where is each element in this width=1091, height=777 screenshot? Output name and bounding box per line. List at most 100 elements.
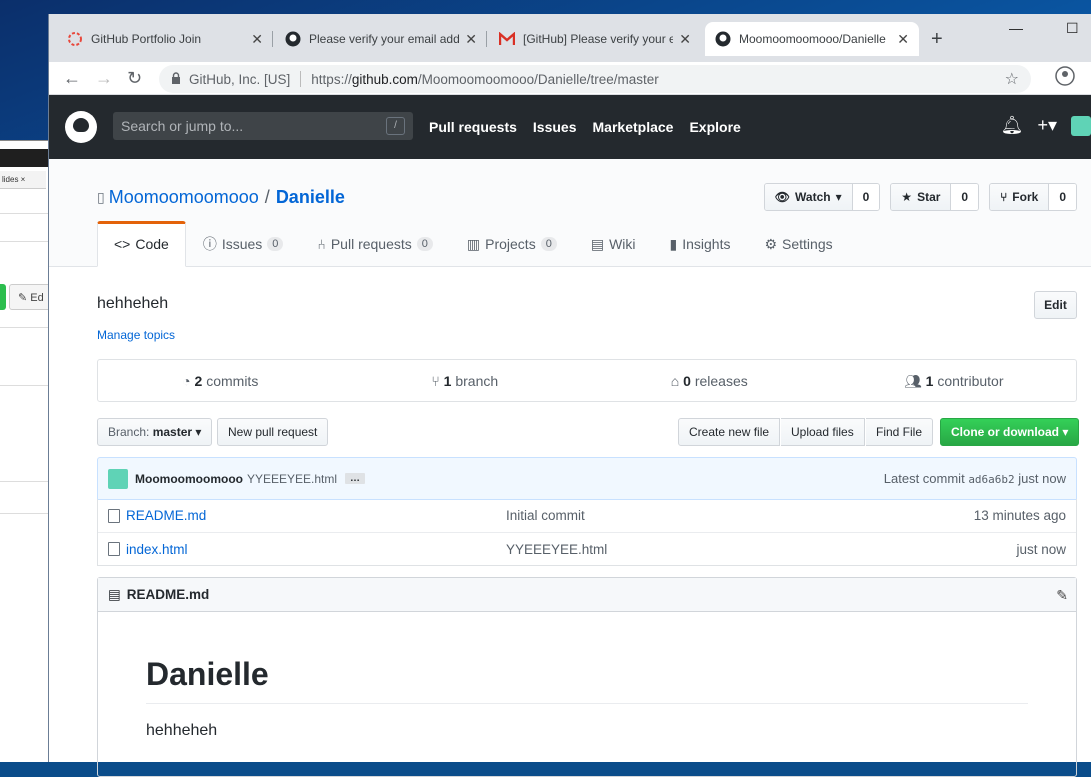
nav-explore[interactable]: Explore: [689, 119, 740, 135]
issues-counter: 0: [267, 237, 284, 251]
latest-commit-bar: Moomoomoomooo YYEEEYEE.html … Latest com…: [97, 457, 1077, 500]
new-pull-request-button[interactable]: New pull request: [217, 418, 329, 446]
background-edit-label: Ed: [30, 292, 44, 304]
tab-settings[interactable]: ⚙ Settings: [747, 221, 849, 267]
star-button[interactable]: ★ Star 0: [890, 183, 980, 211]
pencil-icon[interactable]: ✎: [1056, 587, 1068, 604]
plus-icon[interactable]: +▾: [1037, 115, 1057, 136]
find-file-button[interactable]: Find File: [866, 418, 934, 446]
profile-icon[interactable]: [1055, 66, 1075, 91]
lock-icon: [171, 71, 181, 87]
reload-icon[interactable]: ↻: [127, 68, 142, 89]
close-icon[interactable]: ✕: [251, 31, 263, 48]
tab-label: Code: [135, 236, 169, 252]
star-count[interactable]: 0: [951, 184, 979, 210]
branch-select-button[interactable]: Branch: master ▾: [97, 418, 213, 446]
maximize-icon[interactable]: ☐: [1066, 20, 1079, 37]
readme-body: hehheheh: [146, 722, 218, 739]
file-name-link[interactable]: README.md: [126, 508, 506, 523]
bell-icon[interactable]: 🔔︎: [1001, 115, 1024, 136]
minimize-icon[interactable]: —: [1009, 20, 1023, 36]
commits-link[interactable]: ◔ 2 commits: [98, 360, 343, 401]
tab-label: Settings: [782, 236, 833, 252]
repo-header: ▯ Moomoomoomooo / Danielle 👁︎ Watch ▾ 0 ★…: [49, 159, 1091, 267]
forward-icon[interactable]: →: [95, 68, 113, 89]
bookmark-star-icon[interactable]: ☆: [1005, 69, 1019, 89]
file-commit-message-link[interactable]: YYEEEYEE.html: [506, 542, 607, 557]
site-identity: GitHub, Inc. [US]: [189, 71, 291, 87]
browser-tab-1[interactable]: GitHub Portfolio Join ✕: [57, 22, 273, 56]
avatar: [108, 468, 128, 489]
browser-tab-active[interactable]: Moomoomoomooo/Danielle ✕: [705, 22, 919, 56]
branch-label: branch: [455, 373, 499, 389]
repo-owner-link[interactable]: Moomoomoomooo: [109, 187, 259, 208]
browser-window: GitHub Portfolio Join ✕ Please verify yo…: [48, 14, 1091, 777]
close-icon[interactable]: ✕: [897, 31, 909, 48]
close-icon[interactable]: ✕: [465, 31, 477, 48]
commit-message-link[interactable]: YYEEEYEE.html: [247, 472, 337, 486]
browser-tab-3[interactable]: [GitHub] Please verify your em ✕: [489, 22, 701, 56]
file-icon: [108, 542, 120, 556]
github-icon: [715, 31, 731, 47]
nav-issues[interactable]: Issues: [533, 119, 577, 135]
url-host: github.com: [351, 71, 418, 87]
github-logo-icon[interactable]: [65, 111, 97, 143]
branch-link[interactable]: ⑂ 1 branch: [343, 360, 588, 401]
watch-button[interactable]: 👁︎ Watch ▾ 0: [763, 183, 881, 211]
gmail-icon: [499, 31, 515, 47]
file-name-link[interactable]: index.html: [126, 542, 506, 557]
file-list: README.md Initial commit 13 minutes ago …: [97, 499, 1077, 566]
tab-code[interactable]: <> Code: [97, 221, 186, 267]
file-commit-message-link[interactable]: Initial commit: [506, 508, 585, 523]
divider: [0, 385, 50, 386]
commits-label: commits: [206, 373, 259, 389]
back-icon[interactable]: ←: [63, 68, 81, 89]
avatar[interactable]: [1071, 115, 1091, 136]
tab-label: Wiki: [609, 236, 636, 252]
upload-files-button[interactable]: Upload files: [781, 418, 865, 446]
commit-expand-button[interactable]: …: [345, 473, 366, 484]
project-icon: ▥: [466, 235, 481, 252]
contributors-link[interactable]: 👥︎ 1 contributor: [832, 360, 1077, 401]
watch-count[interactable]: 0: [852, 184, 880, 210]
readme-header: ▤ README.md: [98, 578, 1076, 612]
browser-tab-2[interactable]: Please verify your email addre ✕: [275, 22, 487, 56]
background-window-tab[interactable]: lides ×: [0, 171, 46, 189]
background-window: lides × ✎ Ed: [0, 140, 53, 762]
tab-wiki[interactable]: ▤ Wiki: [574, 221, 653, 267]
tab-insights[interactable]: ▮ Insights: [653, 221, 748, 267]
watch-label: Watch: [795, 190, 831, 204]
tab-pull-requests[interactable]: ⑃ Pull requests 0: [300, 221, 449, 267]
background-green-button[interactable]: [0, 284, 6, 310]
toolbar: ← → ↻ GitHub, Inc. [US] https://github.c…: [49, 62, 1091, 95]
tab-label: Pull requests: [330, 236, 412, 252]
edit-description-button[interactable]: Edit: [1034, 291, 1077, 319]
fork-count[interactable]: 0: [1049, 184, 1076, 210]
pulls-counter: 0: [416, 237, 433, 251]
clone-download-button[interactable]: Clone or download ▾: [940, 418, 1080, 446]
repo-icon: ▯: [97, 189, 105, 205]
releases-link[interactable]: ⌂ 0 releases: [587, 360, 832, 401]
fork-button[interactable]: ⑂ Fork 0: [989, 183, 1077, 211]
latest-commit-label: Latest commit: [883, 471, 965, 486]
close-icon[interactable]: ✕: [679, 31, 691, 48]
manage-topics-link[interactable]: Manage topics: [97, 328, 175, 342]
search-input[interactable]: Search or jump to... /: [113, 112, 413, 140]
commit-sha-link[interactable]: ad6a6b2: [968, 473, 1014, 486]
tab-projects[interactable]: ▥ Projects 0: [450, 221, 574, 267]
create-new-file-button[interactable]: Create new file: [678, 418, 781, 446]
tab-issues[interactable]: ⓘ Issues 0: [186, 221, 301, 267]
repo-separator: /: [264, 187, 270, 207]
nav-marketplace[interactable]: Marketplace: [593, 119, 674, 135]
commit-author-link[interactable]: Moomoomoomooo: [135, 472, 243, 486]
address-bar[interactable]: GitHub, Inc. [US] https://github.com/Moo…: [159, 65, 1031, 93]
nav-pull-requests[interactable]: Pull requests: [429, 119, 517, 135]
divider: [0, 327, 50, 328]
gear-icon: ⚙: [764, 235, 778, 252]
numbers-summary: ◔ 2 commits ⑂ 1 branch ⌂ 0 releases 👥︎ 1…: [97, 359, 1077, 402]
search-placeholder: Search or jump to...: [121, 118, 244, 134]
background-edit-button[interactable]: ✎ Ed: [9, 284, 53, 310]
commits-count: 2: [194, 373, 203, 389]
repo-name-link[interactable]: Danielle: [276, 187, 345, 208]
new-tab-icon[interactable]: +: [931, 28, 943, 51]
